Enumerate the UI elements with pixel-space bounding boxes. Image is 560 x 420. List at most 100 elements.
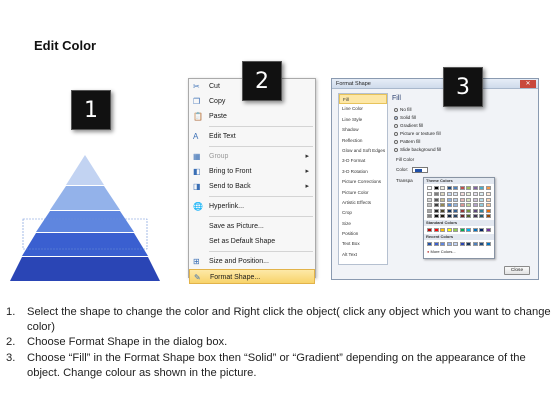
color-swatch[interactable]: [472, 197, 478, 202]
fill-option-pattern-fill[interactable]: Pattern fill: [394, 139, 420, 144]
nav-item-fill[interactable]: Fill: [339, 94, 387, 105]
color-swatch[interactable]: [479, 203, 484, 207]
color-swatch[interactable]: [453, 242, 458, 246]
color-swatch[interactable]: [453, 197, 458, 202]
color-swatch[interactable]: [440, 228, 445, 232]
color-swatch[interactable]: [479, 192, 484, 196]
color-swatch[interactable]: [446, 192, 452, 196]
color-swatch[interactable]: [485, 197, 491, 202]
color-swatch[interactable]: [466, 186, 471, 190]
fill-option-gradient-fill[interactable]: Gradient fill: [394, 123, 423, 128]
pyramid-shape[interactable]: [10, 155, 160, 281]
nav-item-text-box[interactable]: Text Box: [339, 239, 387, 249]
color-swatch[interactable]: [427, 208, 432, 213]
radio-button[interactable]: [394, 139, 398, 144]
color-swatch[interactable]: [433, 197, 439, 202]
color-swatch[interactable]: [446, 214, 452, 218]
color-swatch[interactable]: [427, 214, 432, 218]
nav-item-position[interactable]: Position: [339, 229, 387, 239]
color-swatch[interactable]: [466, 203, 471, 207]
color-swatch[interactable]: [479, 214, 484, 218]
menu-item-save-as-picture[interactable]: Save as Picture...: [189, 219, 315, 234]
color-swatch[interactable]: [440, 242, 445, 246]
menu-item-size-and-position[interactable]: ⊞ Size and Position...: [189, 254, 315, 269]
color-swatch[interactable]: [485, 208, 491, 213]
fill-option-slide-background-fill[interactable]: Slide background fill: [394, 147, 441, 152]
color-swatch[interactable]: [427, 228, 432, 232]
close-button[interactable]: Close: [504, 266, 530, 275]
menu-item-hyperlink[interactable]: 🌐 Hyperlink...: [189, 199, 315, 214]
color-swatch[interactable]: [479, 208, 484, 213]
color-swatch[interactable]: [433, 192, 439, 196]
nav-item-crop[interactable]: Crop: [339, 208, 387, 218]
menu-item-format-shape[interactable]: ✎ Format Shape...: [189, 269, 315, 284]
color-swatch[interactable]: [485, 214, 491, 218]
color-swatch[interactable]: [466, 197, 471, 202]
color-swatch[interactable]: [479, 242, 484, 246]
color-swatch[interactable]: [446, 203, 452, 207]
nav-item-picture-color[interactable]: Picture Color: [339, 188, 387, 198]
fill-option-no-fill[interactable]: No fill: [394, 107, 412, 112]
menu-item-set-as-default-shape[interactable]: Set as Default Shape: [189, 234, 315, 249]
dialog-close-icon[interactable]: ✕: [520, 80, 536, 88]
color-swatch[interactable]: [440, 208, 445, 213]
color-swatch[interactable]: [459, 186, 465, 190]
color-swatch[interactable]: [479, 197, 484, 202]
color-swatch[interactable]: [472, 242, 478, 246]
color-swatch[interactable]: [479, 228, 484, 232]
color-swatch[interactable]: [433, 242, 439, 246]
color-swatch[interactable]: [446, 197, 452, 202]
color-swatch[interactable]: [466, 242, 471, 246]
nav-item-3-d-format[interactable]: 3-D Format: [339, 156, 387, 166]
color-swatch[interactable]: [446, 208, 452, 213]
color-swatch[interactable]: [485, 186, 491, 190]
radio-button[interactable]: [394, 107, 398, 112]
nav-item-picture-corrections[interactable]: Picture Corrections: [339, 177, 387, 187]
color-swatch[interactable]: [472, 192, 478, 196]
color-swatch[interactable]: [446, 228, 452, 232]
color-swatch[interactable]: [440, 192, 445, 196]
color-swatch[interactable]: [427, 242, 432, 246]
radio-button[interactable]: [394, 123, 398, 128]
color-swatch[interactable]: [453, 186, 458, 190]
color-swatch[interactable]: [472, 186, 478, 190]
color-swatch[interactable]: [472, 203, 478, 207]
menu-item-edit-text[interactable]: A Edit Text: [189, 129, 315, 144]
color-swatch[interactable]: [427, 192, 432, 196]
fill-option-solid-fill[interactable]: Solid fill: [394, 115, 416, 120]
color-swatch[interactable]: [446, 186, 452, 190]
nav-item-line-color[interactable]: Line Color: [339, 104, 387, 114]
color-swatch[interactable]: [485, 228, 491, 232]
color-swatch[interactable]: [440, 214, 445, 218]
color-swatch[interactable]: [459, 228, 465, 232]
color-swatch[interactable]: [427, 203, 432, 207]
color-swatch[interactable]: [479, 186, 484, 190]
menu-item-send-to-back[interactable]: ◨ Send to Back ▸: [189, 179, 315, 194]
color-swatch[interactable]: [433, 214, 439, 218]
color-swatch[interactable]: [453, 208, 458, 213]
color-swatch[interactable]: [466, 228, 471, 232]
color-swatch[interactable]: [433, 186, 439, 190]
color-swatch[interactable]: [453, 214, 458, 218]
color-swatch[interactable]: [453, 228, 458, 232]
color-picker-button[interactable]: [411, 167, 428, 173]
color-swatch[interactable]: [433, 228, 439, 232]
color-swatch[interactable]: [440, 203, 445, 207]
nav-item-size[interactable]: Size: [339, 219, 387, 229]
fill-option-picture-or-texture-fill[interactable]: Picture or texture fill: [394, 131, 441, 136]
color-swatch[interactable]: [466, 214, 471, 218]
more-colors-option[interactable]: ● More Colors...: [424, 248, 494, 255]
nav-item-shadow[interactable]: Shadow: [339, 125, 387, 135]
color-swatch[interactable]: [485, 192, 491, 196]
nav-item-glow-and-soft-edges[interactable]: Glow and Soft Edges: [339, 146, 387, 156]
color-swatch[interactable]: [472, 228, 478, 232]
color-swatch[interactable]: [427, 197, 432, 202]
color-swatch[interactable]: [459, 197, 465, 202]
color-swatch[interactable]: [446, 242, 452, 246]
nav-item-alt-text[interactable]: Alt Text: [339, 250, 387, 260]
nav-item-line-style[interactable]: Line Style: [339, 115, 387, 125]
radio-button[interactable]: [394, 131, 398, 136]
color-swatch[interactable]: [485, 203, 491, 207]
color-swatch[interactable]: [459, 192, 465, 196]
nav-item-artistic-effects[interactable]: Artistic Effects: [339, 198, 387, 208]
